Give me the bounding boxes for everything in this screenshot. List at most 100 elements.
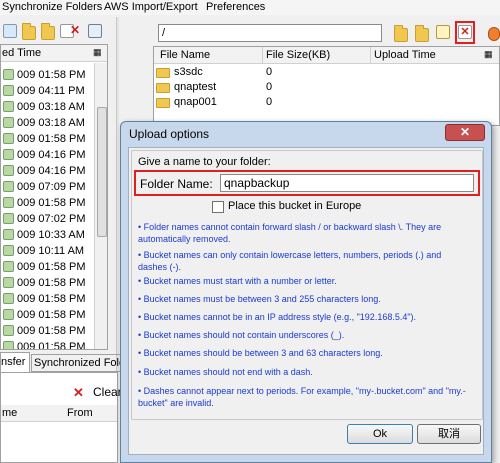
left-scroll-thumb[interactable] <box>97 107 107 237</box>
file-icon <box>3 325 14 336</box>
file-size: 0 <box>266 96 273 108</box>
col-modified-time[interactable]: ed Time <box>2 47 41 59</box>
header-divider <box>370 47 371 64</box>
local-file-row[interactable]: 009 01:58 PM <box>1 323 86 339</box>
file-icon <box>3 149 14 160</box>
file-icon <box>3 69 14 80</box>
local-file-row[interactable]: 009 07:09 PM <box>1 179 86 195</box>
naming-rule: • Bucket names must start with a number … <box>138 276 337 286</box>
menu-synchronize-folders[interactable]: Synchronize Folders <box>2 0 102 14</box>
menu-preferences[interactable]: Preferences <box>206 0 265 14</box>
local-file-row[interactable]: 009 01:58 PM <box>1 67 86 83</box>
file-name: qnap001 <box>174 96 217 108</box>
file-icon <box>3 261 14 272</box>
col-from[interactable]: From <box>67 407 93 419</box>
clear-icon[interactable]: ✕ <box>73 385 84 401</box>
column-chooser-icon[interactable]: ▦ <box>93 47 102 58</box>
transfer-header: me From <box>1 405 117 422</box>
modified-time: 009 10:33 AM <box>17 229 85 241</box>
remote-file-list: File Name File Size(KB) Upload Time ▦ s3… <box>153 46 500 126</box>
dialog-close-button[interactable]: ✕ <box>445 124 485 141</box>
left-rows: 009 01:58 PM 009 04:11 PM 009 03:18 AM 009 … <box>1 67 93 349</box>
delete-icon[interactable]: ✕ <box>458 25 472 39</box>
folder-name-input[interactable] <box>220 174 474 192</box>
new-folder-icon[interactable] <box>415 25 429 42</box>
local-file-row[interactable]: 009 01:58 PM <box>1 339 86 349</box>
cancel-button[interactable]: 取消 <box>417 424 481 444</box>
right-column-header: File Name File Size(KB) Upload Time ▦ <box>154 47 499 64</box>
col-name[interactable]: me <box>2 407 17 419</box>
header-divider <box>262 47 263 64</box>
col-file-name[interactable]: File Name <box>160 49 210 61</box>
file-size: 0 <box>266 66 273 78</box>
col-file-size[interactable]: File Size(KB) <box>266 49 330 61</box>
menu-bar: Synchronize Folders AWS Import/Export Pr… <box>0 0 500 15</box>
local-file-row[interactable]: 009 03:18 AM <box>1 99 85 115</box>
modified-time: 009 01:58 PM <box>17 197 86 209</box>
file-size: 0 <box>266 81 273 93</box>
local-file-row[interactable]: 009 07:02 PM <box>1 211 86 227</box>
local-file-row[interactable]: 009 01:58 PM <box>1 259 86 275</box>
file-name: s3sdc <box>174 66 203 78</box>
naming-rules: • Folder names cannot contain forward sl… <box>132 221 482 421</box>
file-icon <box>3 133 14 144</box>
file-icon <box>3 85 14 96</box>
left-scrollbar[interactable] <box>94 63 107 349</box>
naming-rule: • Bucket names should be between 3 and 6… <box>138 348 383 358</box>
local-file-row[interactable]: 009 04:16 PM <box>1 147 86 163</box>
properties-icon[interactable] <box>88 24 102 38</box>
local-file-row[interactable]: 009 03:18 AM <box>1 115 85 131</box>
local-file-row[interactable]: 009 04:16 PM <box>1 163 86 179</box>
remote-path-input[interactable]: / <box>158 24 382 42</box>
local-file-row[interactable]: 009 01:58 PM <box>1 131 86 147</box>
file-icon <box>3 197 14 208</box>
folder-up-icon[interactable] <box>22 23 36 40</box>
local-file-row[interactable]: 009 01:58 PM <box>1 195 86 211</box>
menu-aws-import-export[interactable]: AWS Import/Export <box>104 0 198 14</box>
local-file-row[interactable]: 009 10:11 AM <box>1 243 84 259</box>
folder-up-icon[interactable] <box>394 25 408 42</box>
transfer-panel: ✕ Clear me From <box>0 372 122 463</box>
local-file-row[interactable]: 009 01:58 PM <box>1 291 86 307</box>
tab-transfer[interactable]: nsfer <box>0 352 30 372</box>
file-icon <box>3 245 14 256</box>
local-file-row[interactable]: 009 01:58 PM <box>1 275 86 291</box>
local-file-row[interactable]: 009 04:11 PM <box>1 83 85 99</box>
local-file-row[interactable]: 009 10:33 AM <box>1 227 85 243</box>
computer-icon[interactable] <box>3 24 17 38</box>
europe-checkbox-label[interactable]: Place this bucket in Europe <box>228 200 361 212</box>
naming-rule: • Bucket names should not end with a das… <box>138 367 313 377</box>
file-icon <box>3 213 14 224</box>
clear-button[interactable]: Clear <box>93 385 122 399</box>
refresh-icon[interactable] <box>488 27 500 41</box>
remote-file-row[interactable]: qnap001 0 <box>154 95 499 110</box>
file-icon <box>3 181 14 192</box>
ok-button[interactable]: Ok <box>347 424 413 444</box>
delete-icon[interactable]: ✕ <box>68 24 82 38</box>
modified-time: 009 04:16 PM <box>17 149 86 161</box>
local-file-row[interactable]: 009 01:58 PM <box>1 307 86 323</box>
modified-time: 009 01:58 PM <box>17 261 86 273</box>
modified-time: 009 07:09 PM <box>17 181 86 193</box>
tab-synchronized-folders[interactable]: Synchronized Fold <box>31 354 121 372</box>
col-upload-time[interactable]: Upload Time <box>374 49 436 61</box>
modified-time: 009 10:11 AM <box>17 245 85 257</box>
new-folder-icon[interactable] <box>41 23 55 40</box>
modified-time: 009 03:18 AM <box>17 117 85 129</box>
naming-rule: • Bucket names can only contain lowercas… <box>138 250 442 272</box>
edit-icon[interactable] <box>436 25 450 39</box>
naming-rule: • Folder names cannot contain forward sl… <box>138 222 442 244</box>
bottom-tabs: nsfer Synchronized Fold <box>0 352 121 372</box>
file-icon <box>3 101 14 112</box>
modified-time: 009 07:02 PM <box>17 213 86 225</box>
column-chooser-icon[interactable]: ▦ <box>484 49 493 60</box>
europe-checkbox[interactable] <box>212 201 224 213</box>
folder-icon <box>156 68 170 78</box>
remote-file-row[interactable]: qnaptest 0 <box>154 80 499 95</box>
close-icon: ✕ <box>459 125 471 139</box>
remote-file-row[interactable]: s3sdc 0 <box>154 65 499 80</box>
folder-icon <box>156 83 170 93</box>
file-icon <box>3 117 14 128</box>
dialog-title: Upload options <box>129 127 210 141</box>
local-file-list: ed Time ▦ 009 01:58 PM 009 04:11 PM 009 03… <box>0 44 108 350</box>
